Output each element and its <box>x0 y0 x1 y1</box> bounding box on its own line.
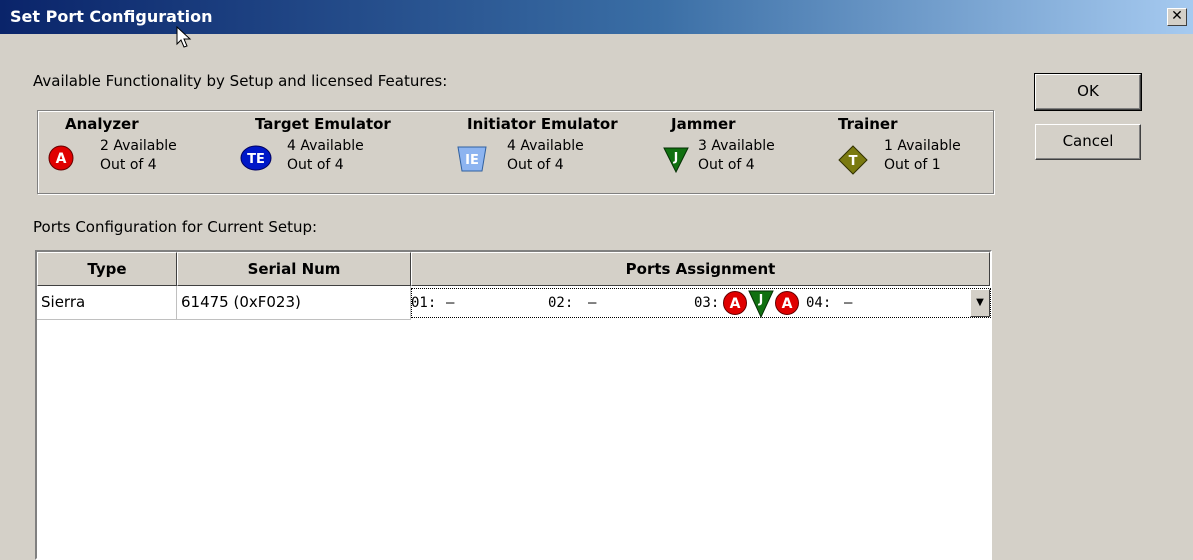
column-header-type[interactable]: Type <box>37 252 177 286</box>
initiator-emulator-icon: IE <box>457 146 487 172</box>
feature-availability: 2 Available Out of 4 <box>100 137 177 175</box>
feature-out-of: Out of 4 <box>100 157 157 173</box>
analyzer-icon: A <box>775 291 799 315</box>
close-button[interactable]: ✕ <box>1167 8 1187 26</box>
mouse-cursor-icon <box>176 26 192 48</box>
feature-name: Target Emulator <box>255 115 391 133</box>
ports-configuration-label: Ports Configuration for Current Setup: <box>33 218 318 236</box>
feature-available-count: 2 Available <box>100 138 177 154</box>
available-functionality-label: Available Functionality by Setup and lic… <box>33 72 448 90</box>
port-03-icons: A J A <box>723 290 799 319</box>
analyzer-icon: A <box>723 291 747 315</box>
port-04-label: 04: <box>806 295 832 311</box>
svg-text:A: A <box>782 296 793 312</box>
feature-out-of: Out of 4 <box>507 157 564 173</box>
chevron-down-icon[interactable]: ▼ <box>970 289 990 317</box>
target-emulator-icon: TE <box>240 145 272 171</box>
feature-out-of: Out of 4 <box>287 157 344 173</box>
feature-available-count: 1 Available <box>884 138 961 154</box>
cell-type: Sierra <box>37 286 177 320</box>
column-header-serial-num[interactable]: Serial Num <box>177 252 411 286</box>
svg-text:A: A <box>56 151 67 167</box>
feature-available-count: 4 Available <box>507 138 584 154</box>
feature-availability: 4 Available Out of 4 <box>287 137 364 175</box>
analyzer-icon: A <box>48 145 74 171</box>
port-02-value: – <box>588 295 597 311</box>
port-04-value: – <box>844 295 853 311</box>
svg-text:J: J <box>758 292 763 306</box>
column-header-ports-assignment[interactable]: Ports Assignment <box>411 252 990 286</box>
ports-table: Type Serial Num Ports Assignment Sierra … <box>35 250 992 560</box>
feature-name: Trainer <box>838 115 898 133</box>
feature-out-of: Out of 4 <box>698 157 755 173</box>
jammer-icon: J <box>663 147 689 173</box>
port-03-label: 03: <box>694 295 720 311</box>
port-02-label: 02: <box>548 295 574 311</box>
port-01-label: 01: <box>411 295 437 311</box>
svg-text:A: A <box>730 296 741 312</box>
trainer-icon: T <box>838 145 868 175</box>
feature-availability: 3 Available Out of 4 <box>698 137 775 175</box>
port-01-value: – <box>446 295 455 311</box>
feature-name: Analyzer <box>65 115 139 133</box>
cell-serial-num: 61475 (0xF023) <box>177 286 411 320</box>
feature-name: Jammer <box>671 115 736 133</box>
feature-availability: 1 Available Out of 1 <box>884 137 961 175</box>
ports-assignment-dropdown[interactable]: 01: – 02: – 03: A J A 04: – ▼ <box>411 288 991 319</box>
cancel-button[interactable]: Cancel <box>1035 124 1141 160</box>
svg-text:TE: TE <box>247 152 265 167</box>
svg-text:IE: IE <box>465 153 479 168</box>
feature-available-count: 3 Available <box>698 138 775 154</box>
jammer-icon: J <box>748 290 774 319</box>
feature-availability: 4 Available Out of 4 <box>507 137 584 175</box>
feature-available-count: 4 Available <box>287 138 364 154</box>
svg-text:J: J <box>673 150 678 164</box>
feature-name: Initiator Emulator <box>467 115 618 133</box>
svg-text:T: T <box>849 154 858 169</box>
ok-button[interactable]: OK <box>1034 73 1142 111</box>
feature-out-of: Out of 1 <box>884 157 941 173</box>
features-groupbox: Analyzer A 2 Available Out of 4 Target E… <box>37 110 994 194</box>
window-title: Set Port Configuration <box>10 7 213 26</box>
